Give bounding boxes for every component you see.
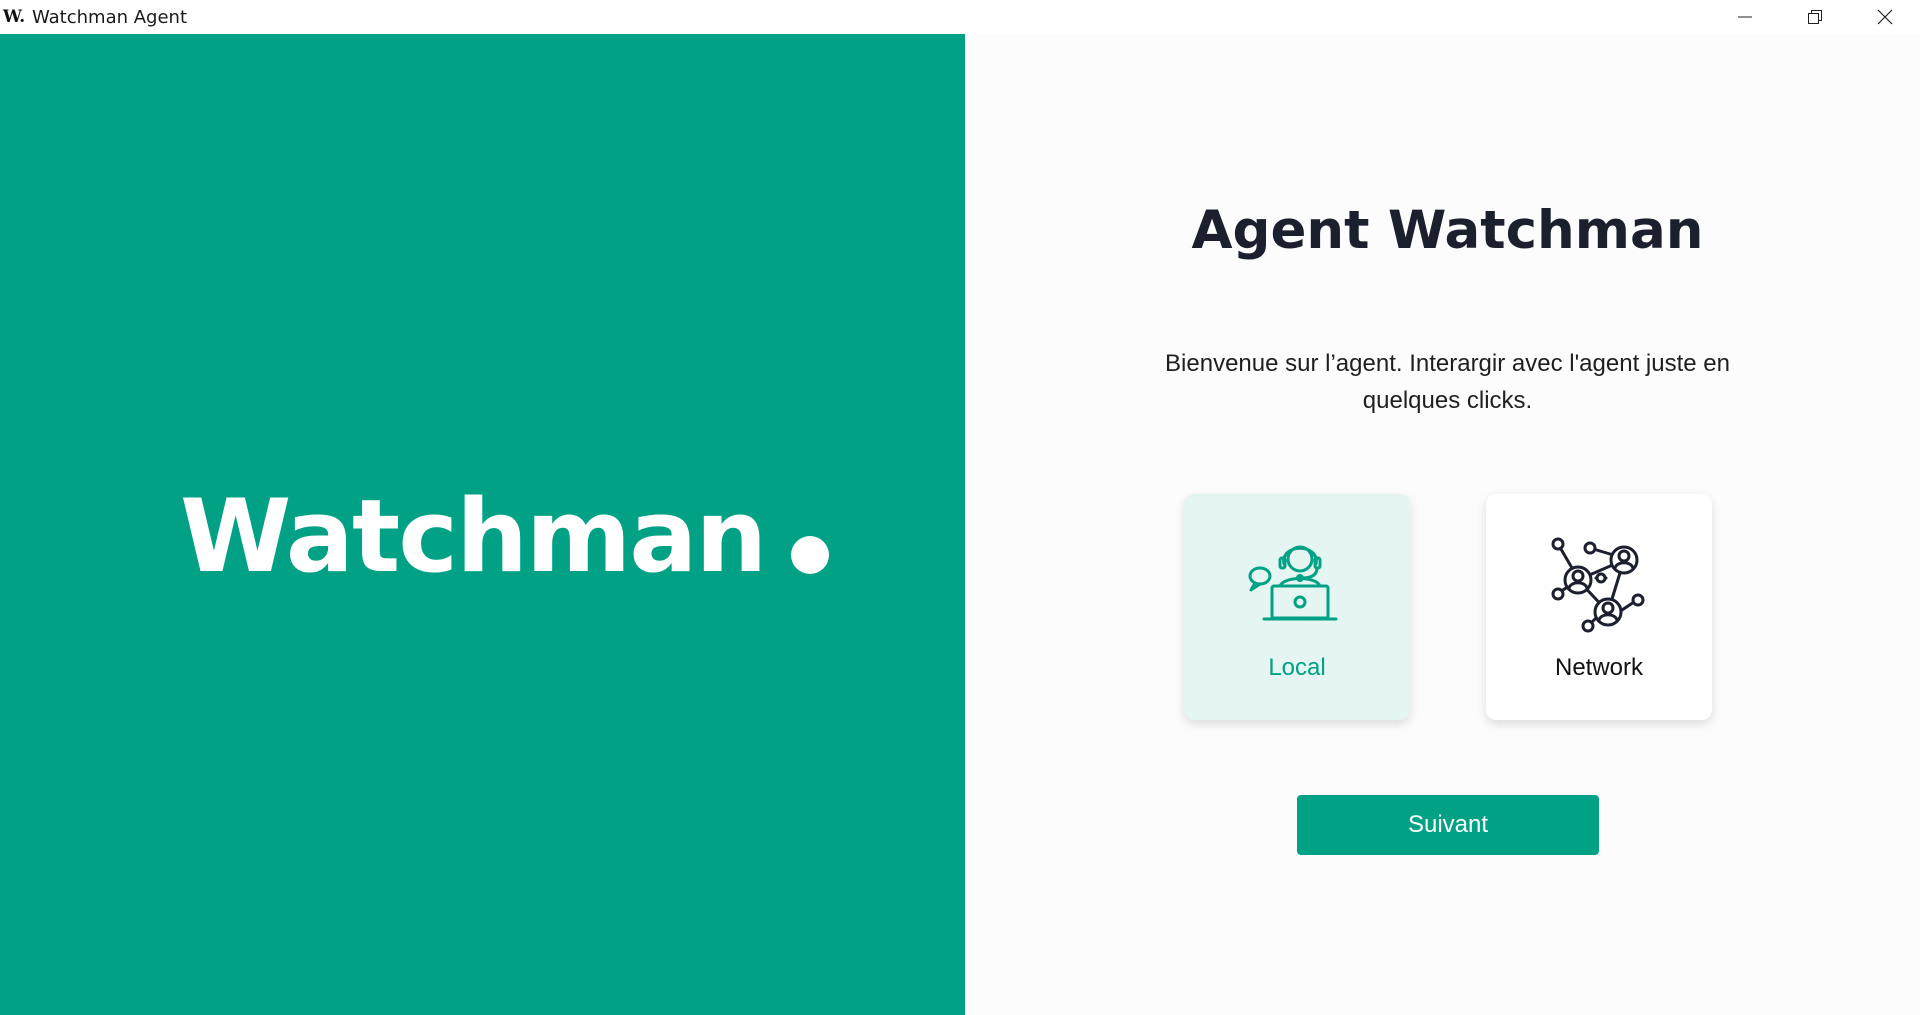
headset-support-laptop-icon (1248, 545, 1338, 621)
brand-logo: Watchman (180, 470, 830, 602)
option-card-network[interactable]: Network (1486, 494, 1712, 720)
app-icon: W. (2, 7, 26, 27)
title-bar: W. Watchman Agent (0, 0, 1920, 34)
brand-panel: Watchman (0, 34, 965, 1015)
page-title: Agent Watchman (1191, 200, 1704, 261)
window-controls (1710, 0, 1920, 34)
brand-logo-dot (791, 536, 830, 574)
welcome-text-line1: Bienvenue sur l’agent. Interargir avec l… (1165, 350, 1730, 377)
restore-icon (1808, 10, 1822, 24)
brand-logo-text: Watchman (180, 476, 767, 595)
close-button[interactable] (1850, 0, 1920, 34)
welcome-text-line2: quelques clicks. (1362, 387, 1533, 414)
people-network-icon (1551, 537, 1645, 633)
restore-button[interactable] (1780, 0, 1850, 34)
minimize-button[interactable] (1710, 0, 1780, 34)
minimize-icon (1738, 16, 1752, 18)
option-card-local[interactable]: Local (1184, 494, 1410, 720)
close-icon (1877, 9, 1893, 25)
next-button[interactable]: Suivant (1297, 795, 1599, 855)
option-label-network: Network (1554, 654, 1644, 681)
welcome-text: Bienvenue sur l’agent. Interargir avec l… (1110, 345, 1785, 419)
option-label-local: Local (1268, 654, 1326, 681)
window-title: Watchman Agent (32, 6, 188, 28)
